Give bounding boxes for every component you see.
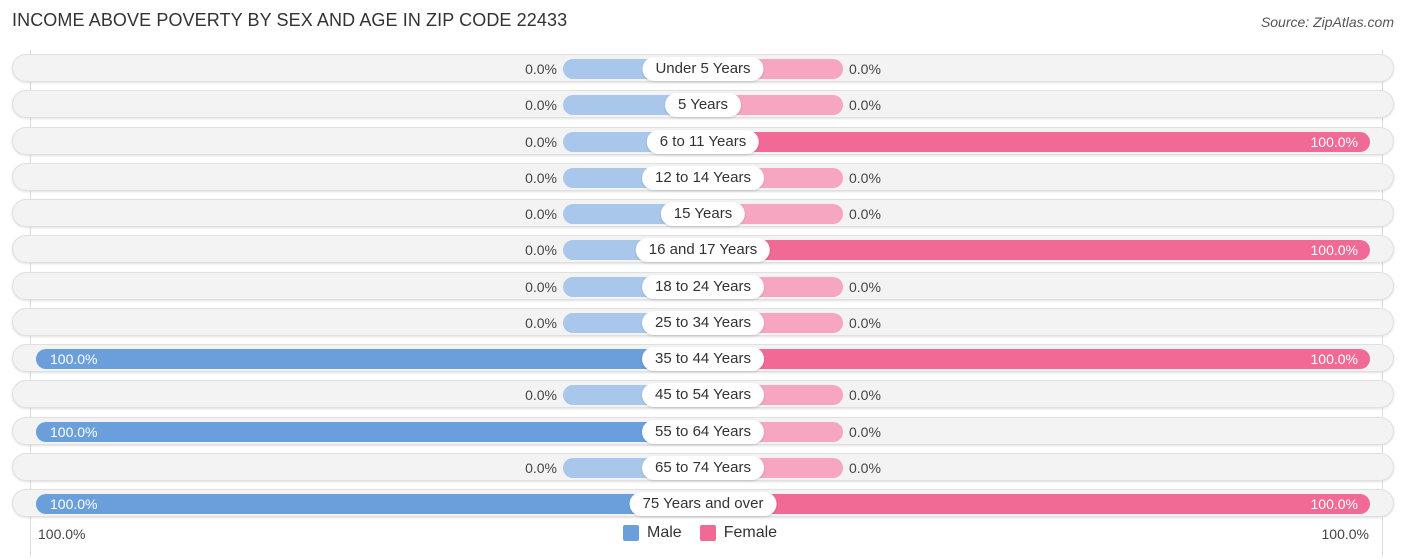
category-label: Under 5 Years: [642, 57, 764, 81]
legend: Male Female: [623, 524, 795, 542]
female-value-label: 0.0%: [849, 169, 881, 186]
female-value-label: 100.0%: [1310, 133, 1358, 150]
female-value-label: 0.0%: [849, 387, 881, 404]
category-label: 15 Years: [660, 202, 746, 226]
category-label: 6 to 11 Years: [646, 129, 760, 154]
female-bar[interactable]: [703, 131, 1370, 152]
chart-row: 0.0% 0.0% 15 Years: [12, 199, 1394, 227]
female-value-label: 100.0%: [1310, 496, 1358, 512]
chart-row: 0.0% 0.0% 45 to 54 Years: [12, 380, 1394, 409]
female-value-label: 0.0%: [849, 61, 881, 77]
chart-row: 0.0% 0.0% 25 to 34 Years: [12, 307, 1394, 336]
category-label: 45 to 54 Years: [642, 383, 764, 408]
axis-label-left: 100.0%: [38, 526, 86, 542]
male-value-label: 0.0%: [525, 314, 557, 331]
chart-row: 100.0% 100.0% 35 to 44 Years: [12, 344, 1394, 372]
male-value-label: 0.0%: [525, 61, 557, 77]
female-value-label: 0.0%: [849, 423, 881, 440]
category-label: 16 and 17 Years: [635, 238, 771, 263]
female-bar[interactable]: [703, 349, 1370, 369]
female-bar[interactable]: [703, 494, 1370, 514]
female-value-label: 100.0%: [1310, 351, 1358, 367]
legend-item-male[interactable]: Male: [623, 524, 682, 542]
category-label: 25 to 34 Years: [642, 310, 764, 335]
male-value-label: 0.0%: [525, 459, 557, 476]
category-label: 12 to 14 Years: [642, 165, 764, 190]
source-label: Source: ZipAtlas.com: [1260, 14, 1394, 30]
male-value-label: 100.0%: [50, 423, 98, 440]
male-value-label: 0.0%: [525, 133, 557, 150]
legend-swatch-female: [699, 525, 716, 541]
chart-row: 100.0% 0.0% 55 to 64 Years: [12, 416, 1394, 445]
male-value-label: 0.0%: [525, 387, 557, 404]
legend-label-female: Female: [723, 524, 778, 541]
male-bar[interactable]: [36, 421, 703, 442]
chart-row: 0.0% 0.0% 12 to 14 Years: [12, 162, 1394, 191]
male-bar[interactable]: [36, 349, 703, 369]
male-value-label: 0.0%: [525, 242, 557, 259]
male-value-label: 100.0%: [50, 496, 98, 512]
chart-row: 0.0% 0.0% 18 to 24 Years: [12, 271, 1394, 300]
male-value-label: 0.0%: [525, 169, 557, 186]
female-value-label: 0.0%: [849, 314, 881, 331]
male-value-label: 100.0%: [50, 351, 98, 367]
chart-title: INCOME ABOVE POVERTY BY SEX AND AGE IN Z…: [12, 10, 568, 30]
chart-row: 0.0% 100.0% 16 and 17 Years: [12, 235, 1394, 264]
chart-row: 0.0% 100.0% 6 to 11 Years: [12, 126, 1394, 155]
female-value-label: 0.0%: [849, 206, 881, 222]
male-value-label: 0.0%: [525, 97, 557, 114]
male-bar[interactable]: [36, 494, 703, 514]
category-label: 55 to 64 Years: [642, 419, 764, 444]
category-label: 5 Years: [664, 93, 742, 118]
female-bar[interactable]: [703, 240, 1370, 261]
axis-label-right: 100.0%: [1321, 526, 1369, 542]
male-value-label: 0.0%: [525, 278, 557, 295]
legend-item-female[interactable]: Female: [699, 524, 778, 542]
female-value-label: 0.0%: [849, 459, 881, 476]
chart-row: 100.0% 100.0% 75 Years and over: [12, 489, 1394, 517]
female-value-label: 0.0%: [849, 97, 881, 114]
female-value-label: 100.0%: [1310, 242, 1358, 259]
category-label: 75 Years and over: [629, 492, 777, 516]
chart-row: 0.0% 0.0% 5 Years: [12, 90, 1394, 119]
category-label: 35 to 44 Years: [642, 347, 764, 371]
male-value-label: 0.0%: [525, 206, 557, 222]
category-label: 18 to 24 Years: [642, 274, 764, 299]
legend-swatch-male: [623, 525, 639, 541]
chart-row: 0.0% 0.0% Under 5 Years: [12, 54, 1394, 82]
chart-row: 0.0% 0.0% 65 to 74 Years: [12, 452, 1394, 481]
female-value-label: 0.0%: [849, 278, 881, 295]
category-label: 65 to 74 Years: [642, 455, 764, 480]
legend-label-male: Male: [647, 524, 682, 541]
